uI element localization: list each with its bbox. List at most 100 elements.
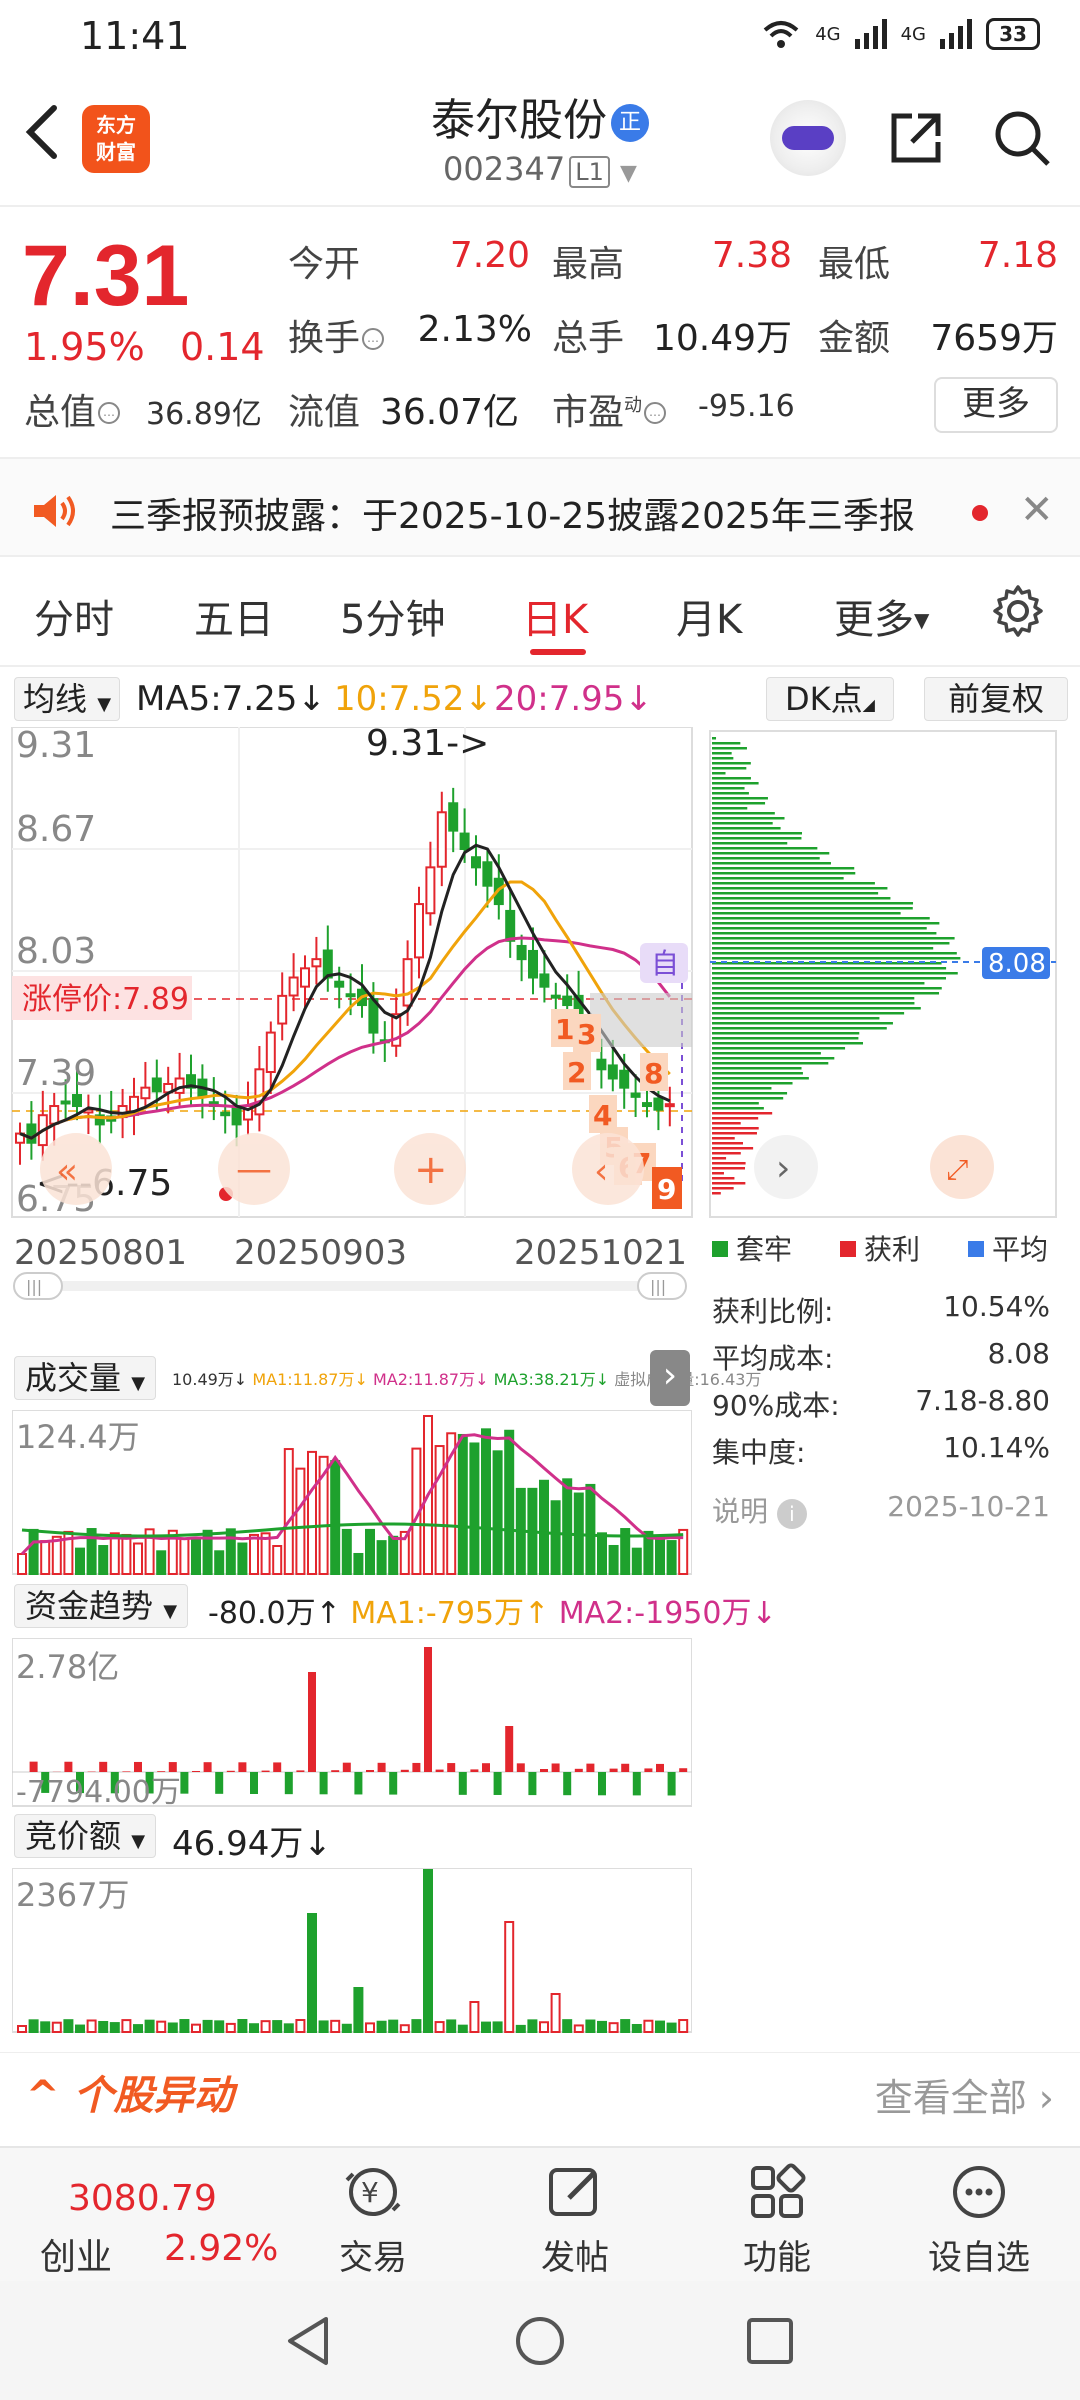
info-icon: … xyxy=(98,402,121,424)
expand-icon[interactable]: ⤢ xyxy=(946,1153,968,1186)
cost-90-value: 7.18-8.80 xyxy=(915,1384,1050,1417)
stock-header: 东方 财富 泰尔股份正 002347 L1 ▼ xyxy=(0,72,1080,207)
kline-chart[interactable]: 9.31 8.67 8.03 7.39 6.75 9.31-> <--6.75 … xyxy=(0,727,700,1307)
high-label: 最高 xyxy=(552,244,625,285)
amount-label: 金额 xyxy=(818,318,891,359)
legend-average: 平均 xyxy=(968,1228,1048,1268)
share-icon[interactable] xyxy=(884,106,948,170)
tab-daily-k[interactable]: 日K xyxy=(522,587,588,645)
auction-chart[interactable]: 2367万 xyxy=(12,1868,692,2034)
legend-profit: 获利 xyxy=(840,1228,920,1268)
view-all-link[interactable]: 查看全部 › xyxy=(875,2067,1054,2122)
notice-text[interactable]: 三季报预披露：于2025-10-25披露2025年三季报 xyxy=(110,487,915,539)
price-adjust-button[interactable]: 前复权 xyxy=(924,677,1068,721)
chevron-right-icon[interactable]: › xyxy=(776,1148,790,1189)
volume-chart[interactable]: 124.4万 xyxy=(12,1410,692,1576)
chip-distribution-chart[interactable]: 8.08 › ⤢ xyxy=(706,727,1080,1227)
auction-indicator-select[interactable]: 竞价额 ▼ xyxy=(14,1814,157,1858)
tab-more[interactable]: 更多▼ xyxy=(834,587,929,645)
fund-max-label: 2.78亿 xyxy=(16,1648,119,1686)
pe-label[interactable]: 市盈动… xyxy=(552,383,667,435)
battery-icon: 33 xyxy=(986,18,1040,50)
current-price: 7.31 xyxy=(22,228,190,324)
y-label-1: 9.31 xyxy=(16,727,96,766)
signal-2: 2 xyxy=(567,1056,586,1089)
signal-9: 9 xyxy=(657,1173,676,1206)
close-icon[interactable]: ✕ xyxy=(1020,487,1054,533)
signal-icon-2 xyxy=(940,19,972,49)
indicator-select[interactable]: 均线 ▼ xyxy=(14,677,121,721)
fund-summary: -80.0万↑ MA1:-795万↑ MA2:-1950万↓ xyxy=(208,1596,777,1631)
system-nav-bar xyxy=(0,2281,1080,2400)
post-button[interactable]: 发帖 xyxy=(510,2160,640,2279)
ma-legend: 均线 ▼ MA5:7.25↓ 10:7.52↓ 20:7.95↓ xyxy=(0,667,700,727)
volume-label: 总手 xyxy=(552,318,625,359)
profit-ratio-label: 获利比例: xyxy=(712,1295,834,1328)
range-scrollbar[interactable]: ||| ||| xyxy=(13,1272,687,1300)
mktcap-label[interactable]: 总值… xyxy=(24,383,121,435)
search-icon[interactable] xyxy=(990,106,1054,170)
chart-tabs: 分时 五日 5分钟 日K 月K 更多▼ xyxy=(0,557,1080,667)
tab-monthly-k[interactable]: 月K xyxy=(676,587,742,645)
nav-home-icon[interactable] xyxy=(514,2315,566,2367)
tab-intraday[interactable]: 分时 xyxy=(34,587,114,645)
concentration-value: 10.14% xyxy=(943,1431,1050,1464)
float-value: 36.07亿 xyxy=(380,392,520,433)
low-label: 最低 xyxy=(818,244,891,285)
more-quote-button[interactable]: 更多 xyxy=(934,377,1058,433)
tab-five-minute[interactable]: 5分钟 xyxy=(340,587,445,645)
fund-trend-chart[interactable]: 2.78亿 -7794.00万 xyxy=(12,1638,692,1808)
tab-five-day[interactable]: 五日 xyxy=(194,587,274,645)
chevron-right-icon: › xyxy=(1038,2076,1054,2120)
volume-indicator-select[interactable]: 成交量 ▼ xyxy=(14,1356,157,1400)
low-value: 7.18 xyxy=(977,235,1058,276)
minus-icon: — xyxy=(236,1149,272,1190)
network-label-2: 4G xyxy=(900,23,926,45)
dk-point-button[interactable]: DK点◢ xyxy=(766,677,894,721)
ma5-value: MA5:7.25↓ xyxy=(136,679,326,719)
chevron-left-icon: ‹ xyxy=(594,1151,608,1192)
x-label-3: 20251021 xyxy=(514,1233,687,1273)
avg-cost-marker: 8.08 xyxy=(988,949,1046,979)
gear-icon[interactable] xyxy=(990,583,1046,639)
index-name: 创业 xyxy=(40,2237,113,2278)
turnover-value: 2.13% xyxy=(417,309,532,350)
fund-indicator-select[interactable]: 资金趋势 ▼ xyxy=(14,1584,189,1628)
index-value: 3080.79 xyxy=(68,2178,217,2219)
trade-button[interactable]: ¥ 交易 xyxy=(308,2160,438,2279)
mktcap-value: 36.89亿 xyxy=(146,397,262,432)
add-watchlist-button[interactable]: 设自选 xyxy=(914,2160,1044,2279)
change-percent: 1.95% xyxy=(24,325,145,369)
nav-back-icon[interactable] xyxy=(282,2315,334,2367)
selection-box xyxy=(590,993,692,1047)
signal-1: 1 xyxy=(555,1013,574,1046)
info-icon: … xyxy=(362,328,385,350)
turnover-label[interactable]: 换手… xyxy=(288,309,385,361)
open-value: 7.20 xyxy=(449,235,530,276)
index-percent: 2.92% xyxy=(164,2228,279,2269)
volume-value: 10.49万 xyxy=(652,318,792,359)
plus-icon: + xyxy=(414,1147,448,1193)
features-button[interactable]: 功能 xyxy=(712,2160,842,2279)
ai-assistant-icon[interactable] xyxy=(770,100,846,176)
info-icon: … xyxy=(644,402,667,424)
more-dots-icon xyxy=(953,2166,1005,2218)
signal-icon xyxy=(854,19,887,49)
verified-badge-icon: 正 xyxy=(611,104,649,142)
bottom-toolbar: 3080.79 创业 2.92% ¥ 交易 发帖 功能 设自选 xyxy=(0,2146,1080,2281)
grid-icon xyxy=(751,2163,806,2218)
stock-abnormal-section: ^ 个股异动 查看全部 › xyxy=(0,2052,1080,2142)
chevron-right-icon[interactable]: › xyxy=(650,1350,690,1406)
limit-price-label: 涨停价:7.89 xyxy=(22,982,189,1017)
notice-bar[interactable]: 三季报预披露：于2025-10-25披露2025年三季报 ✕ xyxy=(0,457,1080,557)
info-icon: i xyxy=(776,1499,807,1529)
nav-recents-icon[interactable] xyxy=(744,2315,796,2367)
ma20-value: 20:7.95↓ xyxy=(494,679,653,719)
svg-text:¥: ¥ xyxy=(361,2176,379,2209)
abnormal-title[interactable]: ^ 个股异动 xyxy=(26,2063,233,2121)
auction-max-label: 2367万 xyxy=(16,1876,129,1914)
quote-panel: 7.31 1.95% 0.14 今开 7.20 最高 7.38 最低 7.18 … xyxy=(0,207,1080,457)
self-marker: 自 xyxy=(651,947,679,980)
note-link[interactable]: 说明 i xyxy=(712,1490,807,1530)
svg-text:|||: ||| xyxy=(26,1277,42,1296)
